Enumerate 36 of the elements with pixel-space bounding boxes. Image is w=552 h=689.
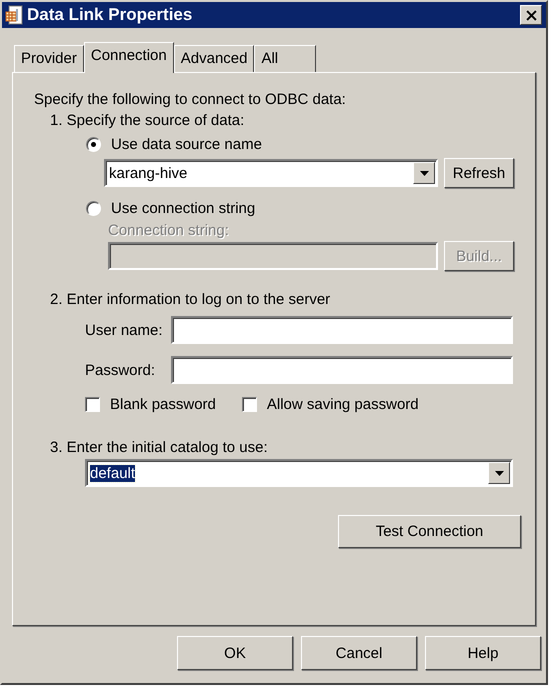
- section-heading: 2. Enter information to log on to the server: [50, 291, 332, 308]
- test-connection-button[interactable]: Test Connection: [338, 515, 521, 548]
- field-label: Connection string:: [108, 222, 230, 239]
- catalog-dropdown[interactable]: default: [85, 459, 513, 487]
- checkbox[interactable]: [85, 397, 100, 412]
- dialog-button[interactable]: OK: [177, 636, 293, 670]
- close-icon: [526, 10, 536, 20]
- dropdown-button[interactable]: [413, 162, 435, 184]
- window-title: Data Link Properties: [27, 5, 194, 25]
- tab[interactable]: Advanced: [174, 45, 254, 72]
- radio-button[interactable]: [86, 201, 101, 216]
- radio-button[interactable]: [86, 137, 101, 152]
- close-button[interactable]: [520, 5, 542, 25]
- radio-label[interactable]: Use data source name: [111, 136, 262, 153]
- data-source-dropdown[interactable]: karang-hive: [104, 159, 438, 187]
- checkbox-label[interactable]: Blank password: [110, 396, 216, 413]
- intro-text: Specify the following to connect to ODBC data:: [34, 91, 347, 108]
- field-label: User name:: [85, 322, 164, 338]
- dropdown-arrow-icon: [420, 170, 428, 176]
- tab[interactable]: Connection: [84, 42, 174, 73]
- input-field[interactable]: [171, 316, 513, 344]
- refresh-button[interactable]: Refresh: [444, 158, 514, 188]
- data-link-icon: [5, 5, 23, 25]
- checkbox-label[interactable]: Allow saving password: [266, 396, 419, 413]
- tab[interactable]: Provider: [14, 45, 84, 72]
- radio-label[interactable]: Use connection string: [111, 200, 256, 217]
- dialog-button[interactable]: Help: [425, 636, 541, 670]
- section-heading: 3. Enter the initial catalog to use:: [50, 439, 269, 456]
- dropdown-arrow-icon: [494, 470, 504, 476]
- input-field[interactable]: [171, 356, 513, 384]
- tab[interactable]: All: [254, 45, 316, 72]
- checkbox[interactable]: [242, 397, 257, 412]
- section-heading: 1. Specify the source of data:: [50, 112, 246, 129]
- dropdown-button[interactable]: [488, 462, 510, 484]
- field-label: Password:: [85, 362, 156, 378]
- dialog-button[interactable]: Cancel: [301, 636, 417, 670]
